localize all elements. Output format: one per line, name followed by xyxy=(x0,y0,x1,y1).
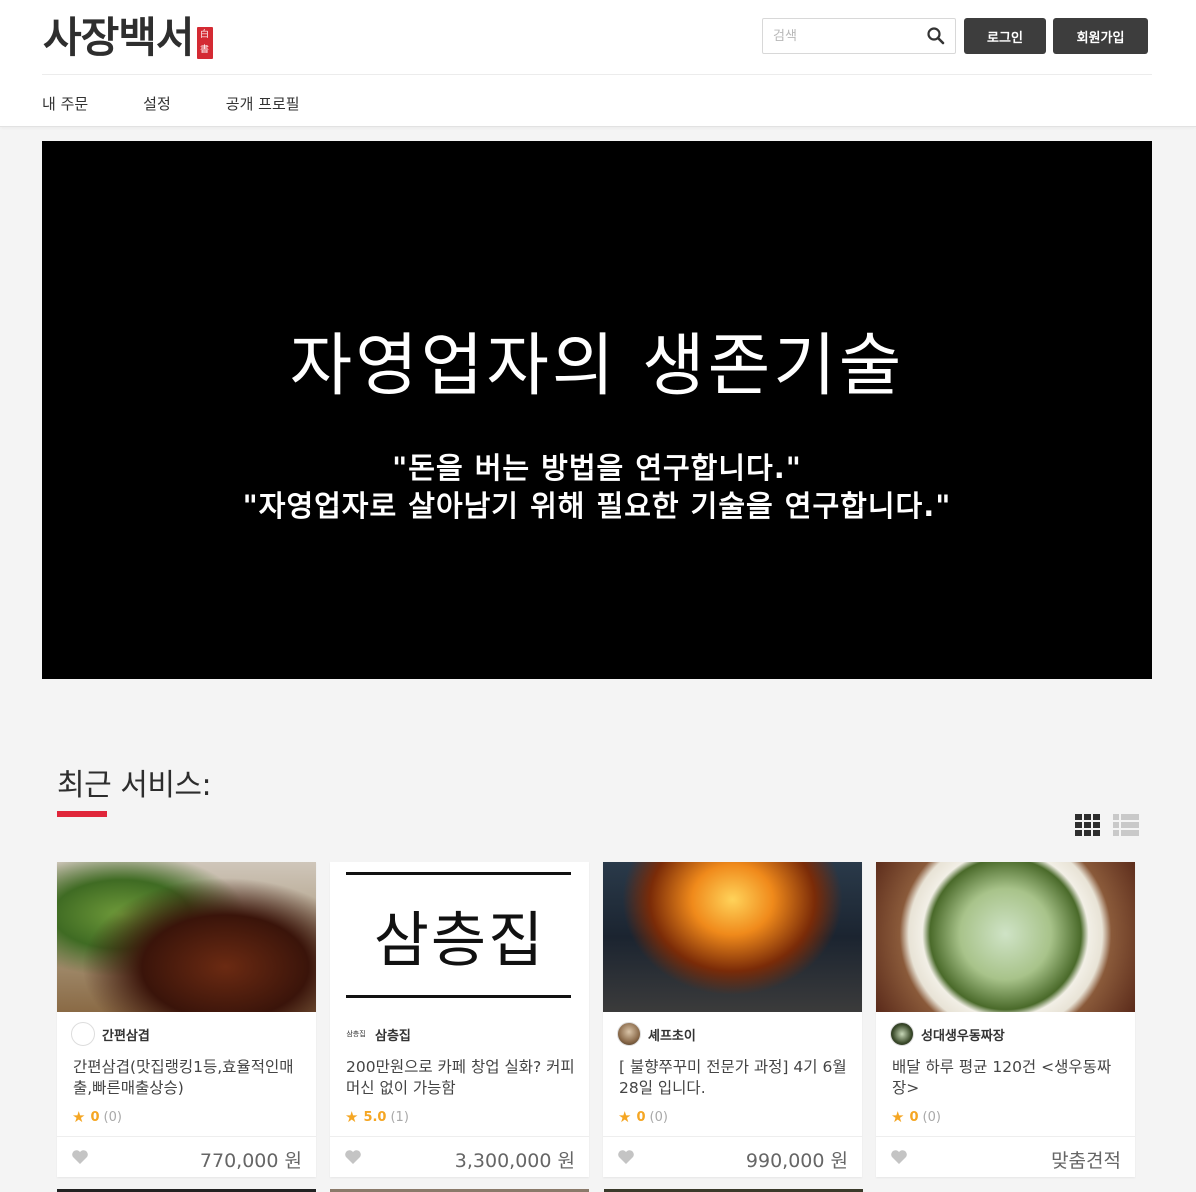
service-image[interactable] xyxy=(57,862,316,1012)
service-image[interactable] xyxy=(876,862,1135,1012)
star-icon: ★ xyxy=(72,1108,86,1126)
avatar xyxy=(71,1022,95,1046)
nav-item-public-profile[interactable]: 공개 프로필 xyxy=(226,88,300,120)
price: 770,000 원 xyxy=(199,1150,302,1172)
card-footer: 990,000 원 xyxy=(603,1136,862,1177)
seller-name[interactable]: 셰프초이 xyxy=(648,1025,696,1044)
search-icon[interactable] xyxy=(925,25,947,47)
card-footer: 770,000 원 xyxy=(57,1136,316,1177)
seller-info: 성대생우동짜장 xyxy=(890,1022,1005,1046)
header-divider xyxy=(42,74,1152,75)
card-footer: 맞춤견적 xyxy=(876,1136,1135,1177)
heart-icon[interactable] xyxy=(71,1149,89,1165)
rating-score: 0 xyxy=(90,1109,100,1125)
seller-name[interactable]: 삼층집 xyxy=(375,1025,411,1044)
hero-banner[interactable]: 자영업자의 생존기술 "돈을 버는 방법을 연구합니다." "자영업자로 살아남… xyxy=(42,141,1152,679)
rating-score: 0 xyxy=(636,1109,646,1125)
search-box xyxy=(762,18,956,54)
list-view-icon[interactable] xyxy=(1113,814,1139,836)
rating-count: (0) xyxy=(103,1109,122,1125)
service-card[interactable]: 삼층집 삼층집 삼층집 200만원으로 카페 창업 실화? 커피머신 없이 가능… xyxy=(330,862,589,1177)
service-image[interactable] xyxy=(603,862,862,1012)
price: 3,300,000 원 xyxy=(454,1150,575,1172)
service-image[interactable]: 삼층집 xyxy=(330,862,589,1012)
service-card[interactable]: 성대생우동짜장 배달 하루 평균 120건 <생우동짜장> ★ 0 (0) 맞춤… xyxy=(876,862,1135,1177)
price: 맞춤견적 xyxy=(1051,1150,1121,1172)
star-icon: ★ xyxy=(345,1108,359,1126)
logo-text: 사장백서 xyxy=(43,13,195,62)
seller-name[interactable]: 성대생우동짜장 xyxy=(921,1025,1005,1044)
nav-item-settings[interactable]: 설정 xyxy=(143,88,171,120)
main-nav: 내 주문 설정 공개 프로필 xyxy=(42,88,355,120)
section-title: 최근 서비스: xyxy=(57,768,212,803)
seller-info: 셰프초이 xyxy=(617,1022,696,1046)
service-card[interactable]: 간편삼겹 간편삼겹(맛집랭킹1등,효율적인매출,빠른매출상승) ★ 0 (0) … xyxy=(57,862,316,1177)
rating-count: (0) xyxy=(922,1109,941,1125)
view-toggle xyxy=(1075,814,1151,838)
seller-info: 간편삼겹 xyxy=(71,1022,150,1046)
heart-icon[interactable] xyxy=(344,1149,362,1165)
service-card[interactable]: 셰프초이 [ 불향쭈꾸미 전문가 과정] 4기 6월 28일 입니다. ★ 0 … xyxy=(603,862,862,1177)
avatar xyxy=(617,1022,641,1046)
logo-seal: 白書 xyxy=(196,27,213,59)
price: 990,000 원 xyxy=(745,1150,848,1172)
rating-count: (0) xyxy=(649,1109,668,1125)
avatar: 삼층집 xyxy=(344,1022,368,1046)
rating: ★ 5.0 (1) xyxy=(345,1108,409,1126)
rating-count: (1) xyxy=(390,1109,409,1125)
service-image-text: 삼층집 xyxy=(373,906,546,976)
logo-rule-bottom xyxy=(346,995,571,998)
site-logo[interactable]: 사장백서 白書 xyxy=(43,12,213,64)
login-button[interactable]: 로그인 xyxy=(964,18,1046,54)
rating: ★ 0 (0) xyxy=(891,1108,941,1126)
avatar xyxy=(890,1022,914,1046)
banner-line-1: "돈을 버는 방법을 연구합니다." xyxy=(392,451,802,485)
search-input[interactable] xyxy=(773,26,913,46)
service-title[interactable]: [ 불향쭈꾸미 전문가 과정] 4기 6월 28일 입니다. xyxy=(619,1057,849,1099)
site-header: 사장백서 白書 로그인 회원가입 내 주문 설정 공개 프로필 xyxy=(0,0,1196,127)
rating: ★ 0 (0) xyxy=(618,1108,668,1126)
star-icon: ★ xyxy=(891,1108,905,1126)
heart-icon[interactable] xyxy=(890,1149,908,1165)
grid-view-icon[interactable] xyxy=(1075,814,1101,838)
card-footer: 3,300,000 원 xyxy=(330,1136,589,1177)
service-card-list: 간편삼겹 간편삼겹(맛집랭킹1등,효율적인매출,빠른매출상승) ★ 0 (0) … xyxy=(57,862,1135,1177)
banner-title: 자영업자의 생존기술 xyxy=(289,327,905,406)
nav-item-my-orders[interactable]: 내 주문 xyxy=(42,88,88,120)
logo-rule-top xyxy=(346,872,571,875)
signup-button[interactable]: 회원가입 xyxy=(1053,18,1148,54)
service-title[interactable]: 200만원으로 카페 창업 실화? 커피머신 없이 가능함 xyxy=(346,1057,576,1099)
seller-info: 삼층집 삼층집 xyxy=(344,1022,411,1046)
rating-score: 0 xyxy=(909,1109,919,1125)
heart-icon[interactable] xyxy=(617,1149,635,1165)
service-title[interactable]: 배달 하루 평균 120건 <생우동짜장> xyxy=(892,1057,1122,1099)
rating: ★ 0 (0) xyxy=(72,1108,122,1126)
section-underline xyxy=(57,811,107,817)
seller-name[interactable]: 간편삼겹 xyxy=(102,1025,150,1044)
rating-score: 5.0 xyxy=(363,1109,387,1125)
star-icon: ★ xyxy=(618,1108,632,1126)
banner-line-2: "자영업자로 살아남기 위해 필요한 기술을 연구합니다." xyxy=(242,489,952,523)
service-title[interactable]: 간편삼겹(맛집랭킹1등,효율적인매출,빠른매출상승) xyxy=(73,1057,303,1099)
